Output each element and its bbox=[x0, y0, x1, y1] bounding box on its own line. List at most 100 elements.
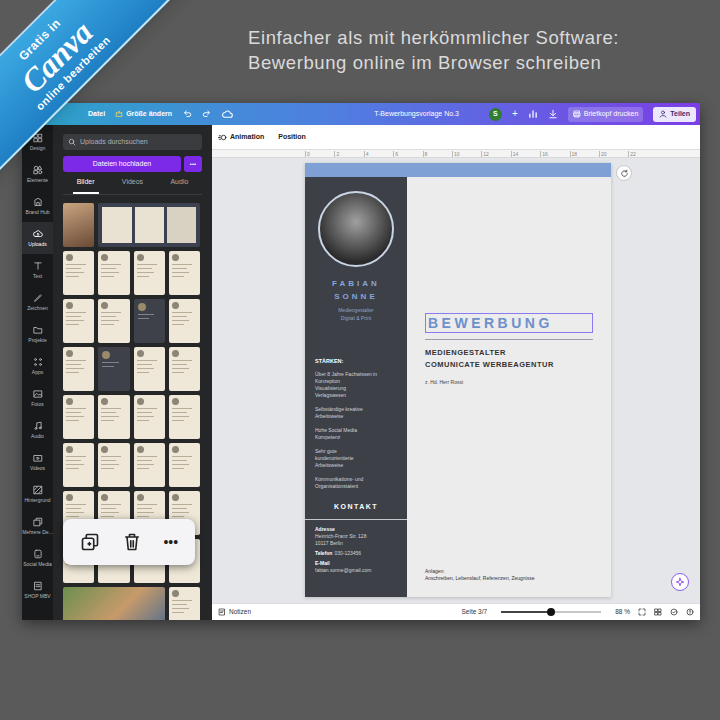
rail-item[interactable]: Fotos bbox=[22, 382, 53, 414]
ruler-label: 8 bbox=[423, 151, 452, 157]
zoom-slider[interactable] bbox=[501, 611, 601, 613]
refresh-button[interactable] bbox=[616, 165, 632, 181]
help-icon[interactable] bbox=[686, 608, 694, 616]
thumbnail[interactable] bbox=[134, 347, 165, 391]
rail-item[interactable]: Audio bbox=[22, 414, 53, 446]
rail-item[interactable]: Hintergrund bbox=[22, 478, 53, 510]
tab[interactable]: Videos bbox=[118, 177, 147, 194]
role-line: Mediengestalter bbox=[338, 306, 374, 314]
sparkle-icon bbox=[675, 577, 685, 587]
search-input[interactable] bbox=[80, 137, 197, 148]
thumbnail[interactable] bbox=[169, 443, 200, 487]
thumbnail[interactable] bbox=[134, 251, 165, 295]
rail-icon bbox=[33, 357, 43, 367]
thumbnail[interactable] bbox=[169, 347, 200, 391]
ruler-label: 22 bbox=[628, 151, 657, 157]
context-popup: ••• bbox=[63, 519, 195, 565]
share-label: Teilen bbox=[670, 109, 690, 120]
duplicate-icon[interactable] bbox=[80, 532, 100, 552]
thumbnail[interactable] bbox=[169, 587, 200, 621]
rail-item[interactable]: Videos bbox=[22, 446, 53, 478]
rail-item[interactable]: Social Media bbox=[22, 542, 53, 574]
page-indicator[interactable]: Seite 3/7 bbox=[462, 607, 488, 617]
thumbnail[interactable] bbox=[134, 395, 165, 439]
thumbnail[interactable] bbox=[63, 347, 94, 391]
thumbnail[interactable] bbox=[169, 395, 200, 439]
rail-item[interactable]: SHOP MBV bbox=[22, 574, 53, 606]
thumbnail[interactable] bbox=[169, 299, 200, 343]
zoom-thumb[interactable] bbox=[547, 608, 555, 616]
name-line: FABIAN bbox=[332, 277, 380, 290]
more-button[interactable]: ••• bbox=[184, 156, 202, 172]
thumbnail[interactable] bbox=[63, 299, 94, 343]
rail-item[interactable]: Mehrere De... bbox=[22, 510, 53, 542]
redo-icon[interactable] bbox=[202, 109, 212, 119]
thumbnail[interactable] bbox=[98, 251, 129, 295]
thumbnail[interactable] bbox=[63, 203, 94, 247]
chart-icon[interactable] bbox=[528, 109, 538, 119]
popup-more-button[interactable]: ••• bbox=[163, 535, 178, 549]
rail-item[interactable]: Brand Hub bbox=[22, 190, 53, 222]
thumbnail[interactable] bbox=[63, 251, 94, 295]
animation-button[interactable]: Animation bbox=[218, 132, 264, 143]
search-field[interactable] bbox=[63, 134, 202, 150]
grid-icon[interactable] bbox=[654, 608, 662, 616]
status-bar: Notizen Seite 3/7 88 % bbox=[212, 603, 700, 620]
heading-frame[interactable]: BEWERBUNG bbox=[425, 313, 593, 333]
undo-icon[interactable] bbox=[182, 109, 192, 119]
notes-button[interactable]: Notizen bbox=[218, 607, 251, 617]
rail-label: Apps bbox=[32, 369, 43, 375]
rail-item[interactable]: Uploads bbox=[22, 222, 53, 254]
zoom-reading[interactable]: 88 % bbox=[615, 607, 630, 617]
thumbnail[interactable] bbox=[98, 203, 200, 247]
thumbnail[interactable] bbox=[63, 395, 94, 439]
thumbnail[interactable] bbox=[98, 395, 129, 439]
ruler: 0246810121416182022 bbox=[212, 150, 700, 158]
thumbnail[interactable] bbox=[169, 251, 200, 295]
thumbnail[interactable] bbox=[98, 299, 129, 343]
ruler-label: 20 bbox=[599, 151, 628, 157]
search-icon bbox=[68, 138, 76, 146]
recipient-line: MEDIENGESTALTER bbox=[425, 347, 593, 359]
trash-icon[interactable] bbox=[122, 532, 142, 552]
download-icon[interactable] bbox=[548, 109, 558, 119]
share-button[interactable]: Teilen bbox=[653, 107, 696, 122]
document-page[interactable]: FABIANSONNEMediengestalterDigital & Prin… bbox=[305, 163, 611, 597]
phone-label: Telefon bbox=[315, 550, 332, 557]
rail-item[interactable]: Text bbox=[22, 254, 53, 286]
rail-label: Zeichnen bbox=[27, 305, 48, 311]
rail-item[interactable]: Elemente bbox=[22, 158, 53, 190]
tab[interactable]: Audio bbox=[166, 177, 192, 194]
ruler-label: 18 bbox=[570, 151, 599, 157]
avatar[interactable]: S bbox=[489, 108, 502, 121]
ruler-label: 12 bbox=[481, 151, 510, 157]
magic-button[interactable] bbox=[671, 573, 689, 591]
upload-button[interactable]: Dateien hochladen bbox=[63, 156, 181, 172]
rail-item[interactable]: Apps bbox=[22, 350, 53, 382]
thumbnail[interactable] bbox=[134, 299, 165, 343]
rail-label: Audio bbox=[31, 433, 44, 439]
thumbnail[interactable] bbox=[63, 587, 165, 621]
expand-icon[interactable] bbox=[638, 608, 646, 616]
print-button[interactable]: Briefkopf drucken bbox=[568, 107, 643, 122]
rail-icon bbox=[33, 165, 43, 175]
heading[interactable]: BEWERBUNG bbox=[428, 315, 590, 331]
ruler-label: 10 bbox=[452, 151, 481, 157]
tab[interactable]: Bilder bbox=[73, 177, 99, 194]
rail-item[interactable]: Projekte bbox=[22, 318, 53, 350]
letter-column: BEWERBUNGMEDIENGESTALTERCOMUNICATE WERBE… bbox=[407, 177, 611, 597]
strength-item: Über 8 Jahre Fachwissen inKonzeptionVisu… bbox=[315, 371, 403, 399]
file-menu[interactable]: Datei bbox=[88, 109, 105, 120]
rail-icon bbox=[33, 325, 43, 335]
rail-item[interactable]: Zeichnen bbox=[22, 286, 53, 318]
thumbnail[interactable] bbox=[98, 347, 129, 391]
add-button[interactable]: + bbox=[512, 109, 518, 119]
document-title[interactable]: T-Bewerbungsvorlage No.3 bbox=[374, 109, 459, 120]
resize-menu[interactable]: Größe ändern bbox=[115, 109, 172, 120]
rail-icon bbox=[33, 389, 43, 399]
position-button[interactable]: Position bbox=[278, 132, 306, 143]
thumbnail[interactable] bbox=[134, 443, 165, 487]
thumbnail[interactable] bbox=[98, 443, 129, 487]
check-icon[interactable] bbox=[670, 608, 678, 616]
thumbnail[interactable] bbox=[63, 443, 94, 487]
